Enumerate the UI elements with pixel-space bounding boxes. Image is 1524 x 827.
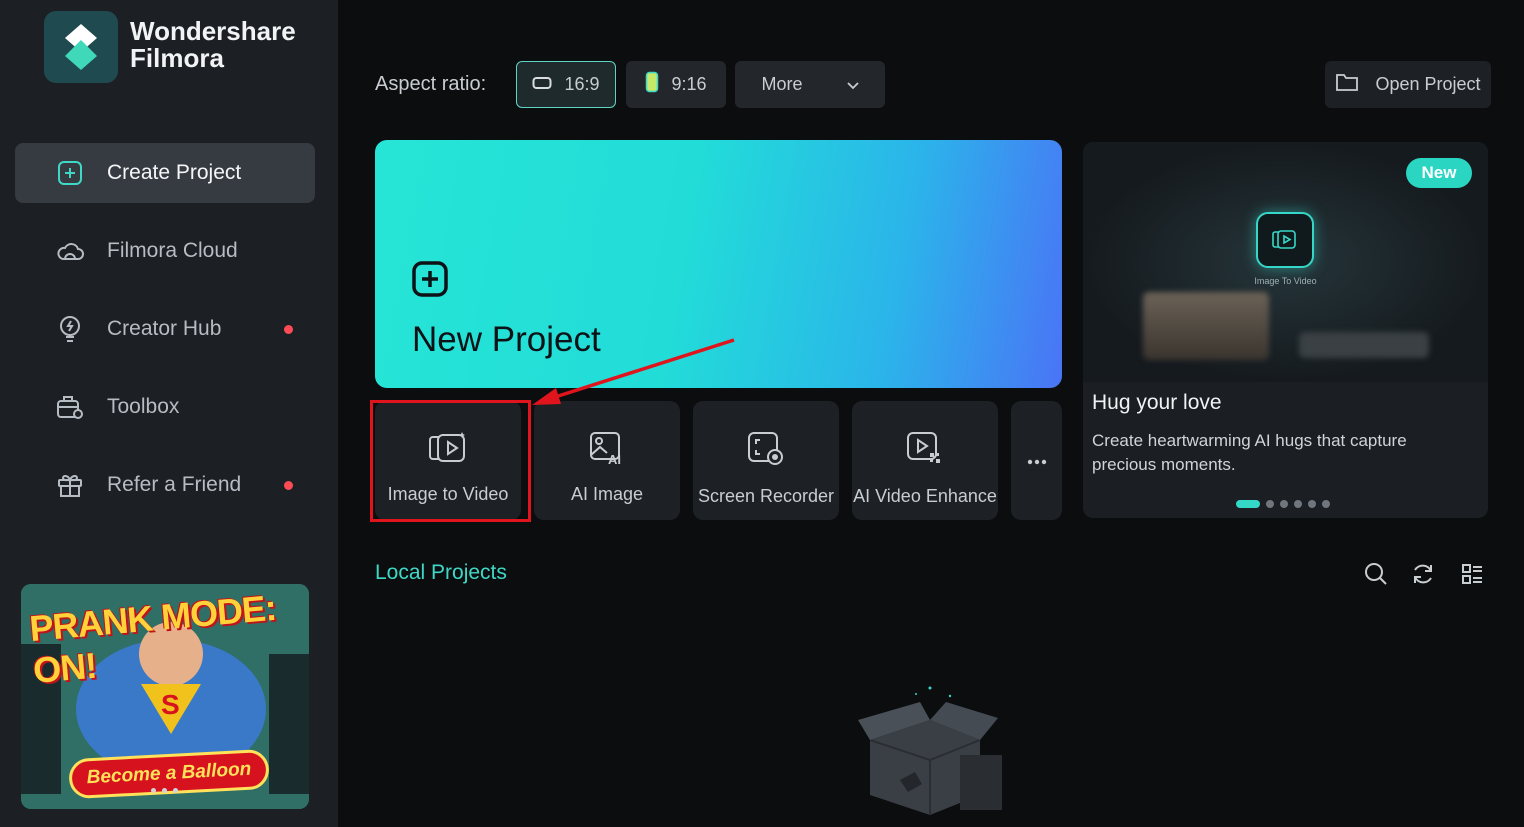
landscape-icon (532, 74, 552, 95)
sidebar-item-toolbox[interactable]: Toolbox (15, 377, 315, 437)
more-ratios-dropdown[interactable]: More (735, 61, 885, 108)
refresh-icon[interactable] (1410, 561, 1436, 587)
new-badge: New (1406, 158, 1472, 188)
banner-caption: Image To Video (1254, 276, 1317, 286)
feature-banner[interactable]: Image To Video New Hug your love Create … (1083, 142, 1488, 518)
brand-name: Wondershare Filmora (130, 18, 296, 72)
sidebar-item-refer-a-friend[interactable]: Refer a Friend (15, 455, 315, 515)
aspect-ratio-label: Aspect ratio: (375, 73, 487, 95)
ratio-16-9-button[interactable]: 16:9 (516, 61, 616, 108)
brand-line1: Wondershare (130, 16, 296, 46)
filmora-logo (44, 11, 118, 83)
ai-video-enhance-icon (906, 431, 944, 472)
sidebar-item-label: Create Project (107, 161, 242, 184)
tool-screen-recorder[interactable]: Screen Recorder (693, 401, 839, 520)
new-project-label: New Project (412, 320, 601, 359)
tool-label: AI Image (570, 484, 644, 504)
sidebar-item-label: Toolbox (107, 395, 180, 418)
tool-ai-video-enhance[interactable]: AI Video Enhance (852, 401, 998, 520)
svg-text:S: S (161, 689, 180, 720)
list-view-icon[interactable] (1459, 561, 1485, 587)
tool-label: AI Video Enhance (853, 486, 997, 506)
local-projects-title: Local Projects (375, 561, 507, 584)
image-to-video-icon (428, 431, 468, 470)
ratio-9-16-label: 9:16 (671, 74, 707, 94)
sidebar-item-filmora-cloud[interactable]: Filmora Cloud (15, 221, 315, 281)
image-to-video-icon (1256, 212, 1314, 268)
sidebar: Wondershare Filmora Create Project Filmo… (0, 0, 338, 827)
plus-square-icon (55, 158, 85, 188)
search-icon[interactable] (1363, 561, 1389, 587)
gift-icon (55, 470, 85, 500)
toolbox-icon (55, 392, 85, 422)
more-label: More (761, 74, 803, 94)
notification-dot (284, 325, 293, 334)
empty-box-illustration (858, 686, 1002, 815)
banner-title: Hug your love (1092, 391, 1222, 414)
plus-square-icon (412, 261, 448, 302)
more-tools-button[interactable] (1011, 401, 1062, 520)
tool-ai-image[interactable]: AI AI Image (534, 401, 680, 520)
tool-label: Image to Video (387, 484, 509, 504)
notification-dot (284, 481, 293, 490)
sidebar-item-label: Creator Hub (107, 317, 222, 340)
ratio-9-16-button[interactable]: 9:16 (626, 61, 726, 108)
blurred-thumbnail (1143, 292, 1269, 360)
sidebar-item-create-project[interactable]: Create Project (15, 143, 315, 203)
blurred-thumbnail (1299, 332, 1429, 358)
open-project-button[interactable]: Open Project (1325, 61, 1491, 108)
chevron-down-icon (846, 74, 859, 95)
portrait-icon (645, 71, 659, 98)
sidebar-item-creator-hub[interactable]: Creator Hub (15, 299, 315, 359)
open-project-label: Open Project (1375, 74, 1481, 94)
folder-icon (1335, 72, 1359, 97)
new-project-card[interactable]: New Project (375, 140, 1062, 388)
ai-image-icon: AI (589, 431, 625, 470)
ratio-16-9-label: 16:9 (564, 74, 600, 94)
ellipsis-icon (1027, 452, 1047, 470)
svg-text:AI: AI (608, 452, 621, 465)
promo-pagination (151, 788, 178, 793)
tool-label: Screen Recorder (697, 486, 835, 506)
bulb-icon (55, 314, 85, 344)
promo-banner[interactable]: S PRANK MODE: ON! Become a Balloon (21, 584, 309, 809)
cloud-icon (55, 236, 85, 266)
sidebar-item-label: Refer a Friend (107, 473, 242, 496)
tool-image-to-video[interactable]: Image to Video (375, 401, 521, 520)
sidebar-item-label: Filmora Cloud (107, 239, 238, 262)
banner-pagination[interactable] (1236, 500, 1330, 508)
brand-line2: Filmora (130, 43, 224, 73)
banner-description: Create heartwarming AI hugs that capture… (1092, 431, 1407, 474)
screen-recorder-icon (747, 431, 785, 472)
